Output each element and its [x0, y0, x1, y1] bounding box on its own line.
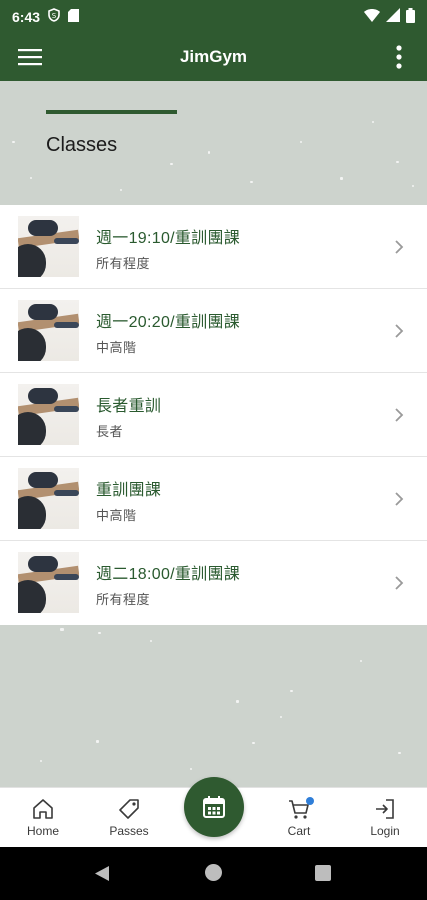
nav-home[interactable]: Home — [8, 796, 78, 838]
signal-icon — [386, 8, 400, 25]
more-vertical-icon — [396, 45, 402, 69]
nav-passes[interactable]: Passes — [94, 796, 164, 838]
chevron-right-icon — [395, 492, 404, 506]
class-level: 所有程度 — [96, 592, 151, 607]
nav-login[interactable]: Login — [350, 796, 420, 838]
chevron-right-icon — [395, 408, 404, 422]
recent-apps-icon[interactable] — [315, 865, 331, 881]
svg-text:S: S — [52, 12, 57, 20]
login-icon — [376, 799, 394, 819]
calendar-icon — [203, 796, 225, 818]
wifi-icon — [364, 8, 380, 25]
system-navigation-bar — [0, 847, 427, 900]
nav-passes-label: Passes — [109, 824, 149, 838]
class-title: 週一20:20/重訓團課 — [96, 314, 241, 331]
class-title: 重訓團課 — [96, 482, 162, 499]
class-level: 所有程度 — [96, 256, 151, 271]
class-list-item[interactable]: 週一20:20/重訓團課 中高階 — [0, 289, 427, 373]
page-header: Classes — [0, 81, 427, 205]
home-icon — [33, 799, 53, 819]
class-list-item[interactable]: 重訓團課 中高階 — [0, 457, 427, 541]
class-list-item[interactable]: 週一19:10/重訓團課 所有程度 — [0, 205, 427, 289]
nav-login-label: Login — [370, 824, 400, 838]
nav-cart-label: Cart — [287, 824, 311, 838]
class-thumbnail — [18, 384, 79, 445]
header-accent-line — [46, 110, 177, 114]
chevron-right-icon — [395, 240, 404, 254]
class-level: 長者 — [96, 424, 124, 439]
page-title: Classes — [46, 134, 118, 156]
battery-icon — [406, 7, 415, 26]
class-title: 長者重訓 — [96, 398, 162, 415]
class-thumbnail — [18, 468, 79, 529]
status-time: 6:43 — [12, 8, 41, 25]
class-thumbnail — [18, 552, 79, 613]
more-options-button[interactable] — [387, 43, 411, 71]
cart-badge — [306, 797, 314, 805]
home-circle-icon[interactable] — [205, 864, 222, 881]
status-bar: 6:43 S — [0, 0, 427, 33]
chevron-right-icon — [395, 324, 404, 338]
back-icon[interactable] — [94, 865, 110, 882]
class-level: 中高階 — [96, 508, 137, 523]
tag-icon — [119, 799, 139, 819]
class-title: 週二18:00/重訓團課 — [96, 566, 241, 583]
nav-cart[interactable]: Cart — [264, 796, 334, 838]
class-thumbnail — [18, 300, 79, 361]
class-title: 週一19:10/重訓團課 — [96, 230, 241, 247]
app-bar: JimGym — [0, 33, 427, 81]
shield-notification-icon: S — [48, 8, 60, 25]
app-title: JimGym — [179, 47, 248, 66]
nav-home-label: Home — [26, 824, 59, 838]
chevron-right-icon — [395, 576, 404, 590]
class-list: 週一19:10/重訓團課 所有程度 週一20:20/重訓團課 中高階 長者重訓 … — [0, 205, 427, 625]
class-list-item[interactable]: 週二18:00/重訓團課 所有程度 — [0, 541, 427, 625]
class-list-item[interactable]: 長者重訓 長者 — [0, 373, 427, 457]
class-thumbnail — [18, 216, 79, 277]
sd-card-icon — [68, 8, 80, 25]
app-screen: 6:43 S JimGym Classes 週一19:10/重訓團課 所有程度 … — [0, 0, 427, 900]
class-level: 中高階 — [96, 340, 137, 355]
schedule-fab-button[interactable] — [184, 777, 244, 837]
